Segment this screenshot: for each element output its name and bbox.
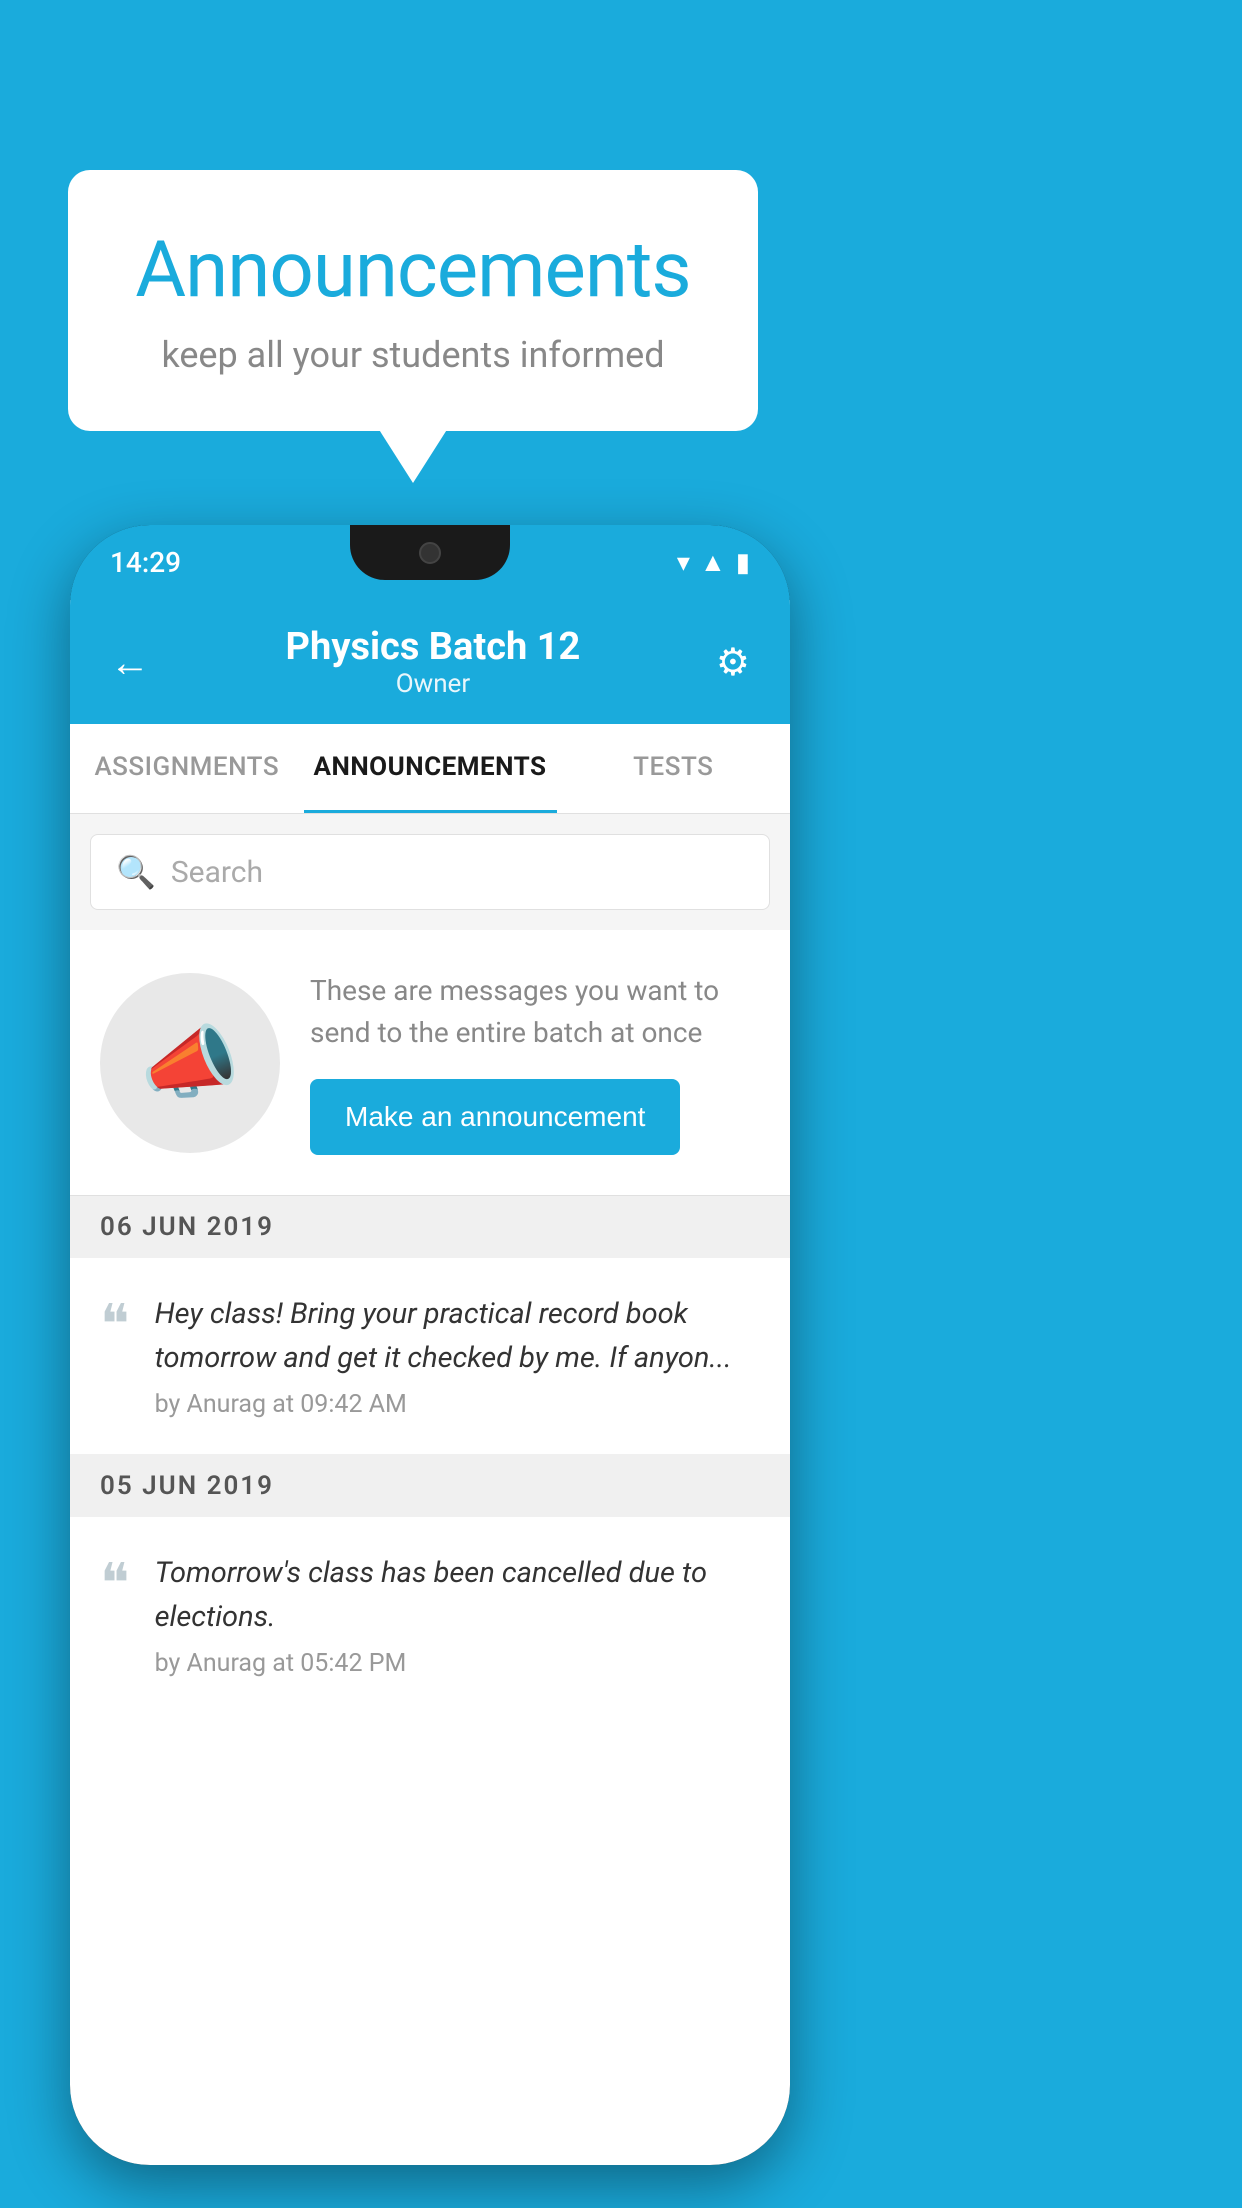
announcement-author-1: by Anurag at 09:42 AM bbox=[155, 1390, 760, 1419]
promo-text-area: These are messages you want to send to t… bbox=[310, 970, 760, 1155]
speech-bubble-card: Announcements keep all your students inf… bbox=[68, 170, 758, 431]
status-bar: 14:29 ▾ ▲ ▮ bbox=[70, 525, 790, 600]
announcement-text-block-2: Tomorrow's class has been cancelled due … bbox=[155, 1552, 760, 1678]
battery-icon: ▮ bbox=[736, 548, 750, 578]
quote-icon-2: ❝ bbox=[100, 1557, 130, 1612]
speech-bubble: Announcements keep all your students inf… bbox=[68, 170, 758, 431]
announcement-author-2: by Anurag at 05:42 PM bbox=[155, 1649, 760, 1678]
bubble-title: Announcements bbox=[118, 225, 708, 316]
date-header-2: 05 JUN 2019 bbox=[70, 1455, 790, 1517]
tab-announcements[interactable]: ANNOUNCEMENTS bbox=[304, 724, 557, 813]
date-header-1: 06 JUN 2019 bbox=[70, 1196, 790, 1258]
megaphone-icon: 📣 bbox=[140, 1016, 240, 1110]
announcement-item-2: ❝ Tomorrow's class has been cancelled du… bbox=[70, 1517, 790, 1713]
back-button[interactable]: ← bbox=[110, 639, 150, 686]
bubble-subtitle: keep all your students informed bbox=[118, 334, 708, 376]
signal-icon: ▲ bbox=[700, 547, 726, 578]
search-placeholder-text: Search bbox=[171, 855, 263, 890]
settings-button[interactable]: ⚙ bbox=[716, 640, 750, 685]
wifi-icon: ▾ bbox=[677, 548, 690, 578]
tab-tests[interactable]: TESTS bbox=[557, 724, 791, 813]
app-content: ← Physics Batch 12 Owner ⚙ ASSIGNMENTS A… bbox=[70, 600, 790, 2165]
announcement-message-2: Tomorrow's class has been cancelled due … bbox=[155, 1552, 760, 1639]
search-bar[interactable]: 🔍 Search bbox=[90, 834, 770, 910]
status-time: 14:29 bbox=[110, 546, 181, 579]
search-container: 🔍 Search bbox=[70, 814, 790, 930]
phone-notch bbox=[350, 525, 510, 580]
tab-assignments[interactable]: ASSIGNMENTS bbox=[70, 724, 304, 813]
announcement-item-1: ❝ Hey class! Bring your practical record… bbox=[70, 1258, 790, 1455]
announcement-text-block-1: Hey class! Bring your practical record b… bbox=[155, 1293, 760, 1419]
status-icons: ▾ ▲ ▮ bbox=[677, 547, 750, 578]
app-header: ← Physics Batch 12 Owner ⚙ bbox=[70, 600, 790, 724]
header-center: Physics Batch 12 Owner bbox=[286, 625, 581, 699]
announcement-message-1: Hey class! Bring your practical record b… bbox=[155, 1293, 760, 1380]
promo-description: These are messages you want to send to t… bbox=[310, 970, 760, 1054]
front-camera bbox=[419, 542, 441, 564]
batch-title: Physics Batch 12 bbox=[286, 625, 581, 669]
tabs-bar: ASSIGNMENTS ANNOUNCEMENTS TESTS bbox=[70, 724, 790, 814]
phone-frame: 14:29 ▾ ▲ ▮ ← Physics Batch 12 Owner ⚙ A… bbox=[70, 525, 790, 2165]
search-icon: 🔍 bbox=[116, 853, 156, 891]
promo-section: 📣 These are messages you want to send to… bbox=[70, 930, 790, 1196]
megaphone-circle: 📣 bbox=[100, 973, 280, 1153]
make-announcement-button[interactable]: Make an announcement bbox=[310, 1079, 680, 1155]
quote-icon-1: ❝ bbox=[100, 1298, 130, 1353]
owner-label: Owner bbox=[286, 669, 581, 699]
